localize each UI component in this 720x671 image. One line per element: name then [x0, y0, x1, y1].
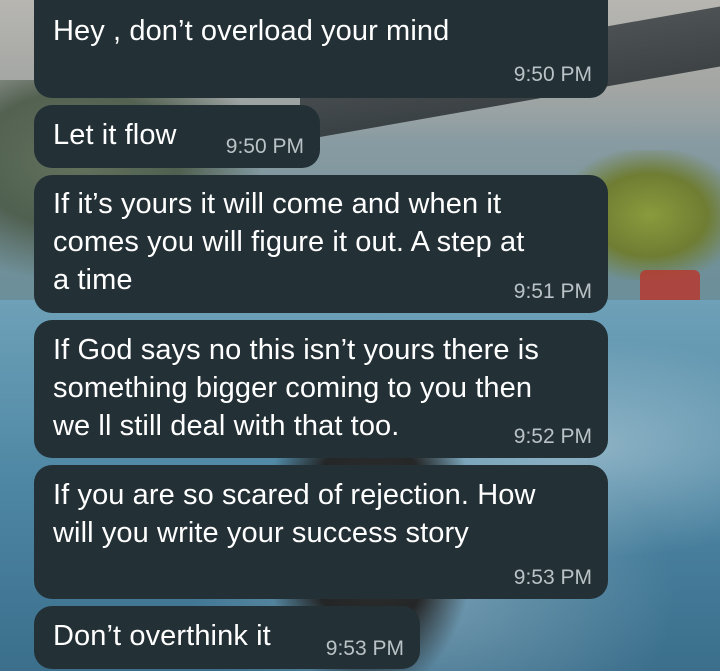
- message-timestamp: 9:53 PM: [513, 566, 592, 589]
- message-text: Don’t overthink it: [53, 620, 271, 652]
- message-list[interactable]: Hey , don’t overload your mind 9:50 PM L…: [0, 0, 720, 671]
- message-timestamp: 9:51 PM: [513, 280, 592, 303]
- message-text: If God says no this isn’t yours there is…: [53, 334, 539, 442]
- message-text: If you are so scared of rejection. How w…: [53, 479, 536, 549]
- message-text: Hey , don’t overload your mind: [53, 15, 450, 47]
- incoming-message-bubble[interactable]: Don’t overthink it 9:53 PM: [34, 606, 420, 669]
- message-timestamp: 9:52 PM: [513, 425, 592, 448]
- incoming-message-bubble[interactable]: If it’s yours it will come and when it c…: [34, 175, 608, 313]
- incoming-message-bubble[interactable]: If God says no this isn’t yours there is…: [34, 320, 608, 458]
- message-timestamp: 9:50 PM: [225, 135, 304, 158]
- message-text: Let it flow: [53, 119, 177, 151]
- message-timestamp: 9:53 PM: [325, 637, 404, 660]
- message-text: If it’s yours it will come and when it c…: [53, 188, 525, 296]
- incoming-message-bubble[interactable]: If you are so scared of rejection. How w…: [34, 465, 608, 599]
- message-timestamp: 9:50 PM: [513, 63, 592, 86]
- incoming-message-bubble[interactable]: Let it flow 9:50 PM: [34, 105, 320, 168]
- incoming-message-bubble[interactable]: Hey , don’t overload your mind 9:50 PM: [34, 0, 608, 98]
